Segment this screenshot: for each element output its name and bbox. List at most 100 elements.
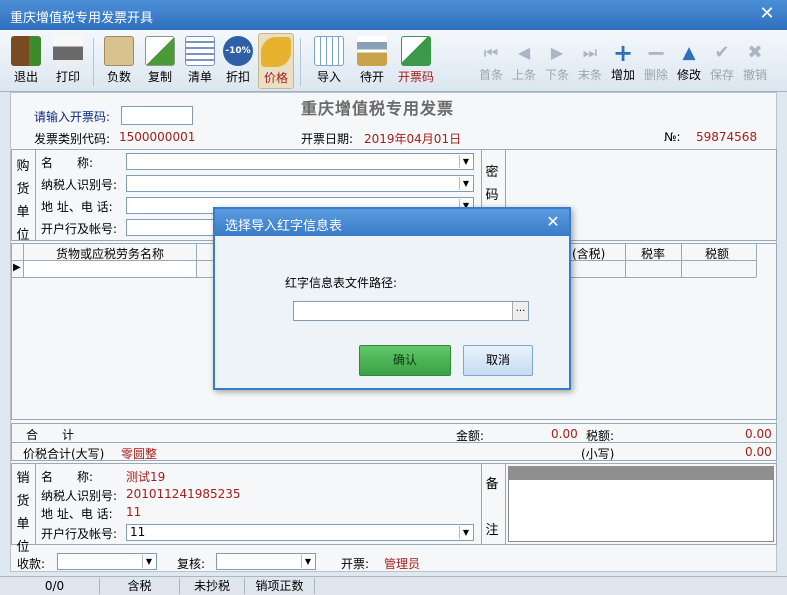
payee-label: 收款:	[17, 557, 46, 571]
price-with-tax-header: (含税)	[572, 247, 606, 261]
invoice-code-button[interactable]: 开票码	[393, 36, 439, 85]
add-icon: +	[612, 39, 634, 67]
file-path-label: 红字信息表文件路径:	[285, 276, 398, 290]
price-tag-icon	[261, 37, 291, 67]
seller-taxid-value: 201011241985235	[126, 487, 241, 501]
payee-select[interactable]: ▼	[57, 553, 157, 570]
chevron-down-icon: ▼	[459, 177, 472, 190]
chevron-down-icon: ▼	[301, 555, 314, 568]
dialog-title: 选择导入红字信息表	[225, 219, 343, 234]
folder-icon	[104, 36, 134, 66]
confirm-button[interactable]: 确认	[359, 345, 451, 376]
total-upper-value: 零圆整	[121, 447, 158, 461]
copy-button[interactable]: 复制	[142, 36, 178, 85]
save-icon: ✔	[714, 42, 730, 63]
undo-button[interactable]: ✖ 撤销	[740, 36, 770, 83]
toolbar-separator	[300, 38, 301, 86]
close-window-button[interactable]: ✕	[757, 4, 777, 24]
next-record-button[interactable]: ▶ 下条	[542, 36, 572, 83]
buyer-taxid-label: 纳税人识别号:	[41, 178, 118, 192]
last-record-icon: ⏭	[582, 43, 598, 62]
import-red-info-dialog: 选择导入红字信息表 ✕ 红字信息表文件路径: ... 确认 取消	[213, 207, 571, 390]
status-invoice-kind: 销项正数	[245, 578, 315, 594]
cipher-label: 密码	[485, 165, 499, 203]
remark-label: 备注	[485, 477, 499, 538]
amount-label: 金额:	[456, 429, 485, 443]
seller-bank-label: 开户行及帐号:	[41, 527, 118, 541]
modify-button[interactable]: ▲ 修改	[674, 36, 704, 83]
hourglass-icon	[357, 36, 387, 66]
status-tax-mode: 含税	[100, 578, 180, 594]
enter-code-label: 请输入开票码:	[34, 110, 111, 124]
status-record-count: 0/0	[10, 578, 100, 594]
goods-name-cell[interactable]	[24, 261, 196, 277]
save-button[interactable]: ✔ 保存	[707, 36, 737, 83]
tax-label: 税额:	[586, 429, 615, 443]
date-label: 开票日期:	[301, 132, 354, 146]
file-path-input[interactable]: ...	[293, 301, 529, 321]
delete-button[interactable]: − 删除	[641, 36, 671, 83]
discount-button[interactable]: -10% 折扣	[219, 36, 257, 85]
type-code-value: 1500000001	[119, 130, 196, 144]
tax-amount-header: 税额	[705, 247, 730, 261]
modify-icon: ▲	[682, 43, 696, 63]
cancel-button[interactable]: 取消	[463, 345, 533, 376]
invoice-code-input[interactable]	[121, 106, 193, 125]
prev-record-button[interactable]: ◀ 上条	[509, 36, 539, 83]
issuer-value: 管理员	[384, 557, 421, 571]
review-select[interactable]: ▼	[216, 553, 316, 570]
tax-value: 0.00	[745, 427, 772, 441]
undo-icon: ✖	[747, 42, 763, 63]
price-button[interactable]: 价格	[258, 33, 294, 89]
print-button[interactable]: 打印	[50, 36, 86, 85]
seller-name-value: 测试19	[126, 470, 166, 484]
seller-address-value: 11	[126, 505, 142, 519]
exit-icon	[11, 36, 41, 66]
amount-value: 0.00	[551, 427, 578, 441]
buyer-name-select[interactable]: ▼	[126, 153, 474, 170]
goods-name-header: 货物或应税劳务名称	[56, 247, 165, 261]
buyer-name-label: 名 称:	[41, 156, 94, 170]
date-value: 2019年04月01日	[364, 132, 462, 146]
title-bar: 重庆增值税专用发票开具 ✕	[0, 0, 787, 30]
status-tax-copy: 未抄税	[180, 578, 245, 594]
prev-record-icon: ◀	[517, 43, 531, 62]
first-record-button[interactable]: ⏮ 首条	[476, 36, 506, 83]
row-selector-icon: ▶	[13, 262, 21, 273]
buyer-bank-label: 开户行及帐号:	[41, 222, 118, 236]
dialog-close-button[interactable]: ✕	[542, 212, 564, 232]
chevron-down-icon: ▼	[459, 526, 472, 539]
next-record-icon: ▶	[550, 43, 564, 62]
import-button[interactable]: 导入	[311, 36, 347, 85]
invoice-number-value: 59874568	[696, 130, 758, 144]
seller-address-label: 地 址、电 话:	[41, 507, 113, 521]
copy-icon	[145, 36, 175, 66]
type-code-label: 发票类别代码:	[34, 132, 111, 146]
list-button[interactable]: 清单	[182, 36, 218, 85]
sum-label: 合 计	[26, 428, 75, 442]
status-bar: 0/0 含税 未抄税 销项正数	[0, 576, 787, 595]
add-button[interactable]: + 增加	[608, 36, 638, 83]
browse-button[interactable]: ...	[512, 302, 528, 320]
buyer-side-label: 购货单位	[16, 159, 30, 243]
pending-button[interactable]: 待开	[354, 36, 390, 85]
window-title: 重庆增值税专用发票开具	[10, 11, 154, 26]
first-record-icon: ⏮	[483, 43, 499, 62]
seller-bank-select[interactable]: 11 ▼	[126, 524, 474, 541]
review-label: 复核:	[177, 557, 206, 571]
list-icon	[185, 36, 215, 66]
seller-name-label: 名 称:	[41, 470, 94, 484]
import-icon	[314, 36, 344, 66]
remark-textarea[interactable]	[508, 466, 774, 542]
invoice-code-icon	[401, 36, 431, 66]
buyer-taxid-select[interactable]: ▼	[126, 175, 474, 192]
chevron-down-icon: ▼	[142, 555, 155, 568]
printer-icon	[53, 36, 83, 66]
total-small-label: (小写)	[581, 447, 615, 461]
exit-button[interactable]: 退出	[8, 36, 44, 85]
discount-icon: -10%	[223, 36, 253, 66]
last-record-button[interactable]: ⏭ 末条	[575, 36, 605, 83]
tax-rate-header: 税率	[641, 247, 666, 261]
negative-button[interactable]: 负数	[101, 36, 137, 85]
invoice-number-label: №:	[664, 130, 681, 144]
